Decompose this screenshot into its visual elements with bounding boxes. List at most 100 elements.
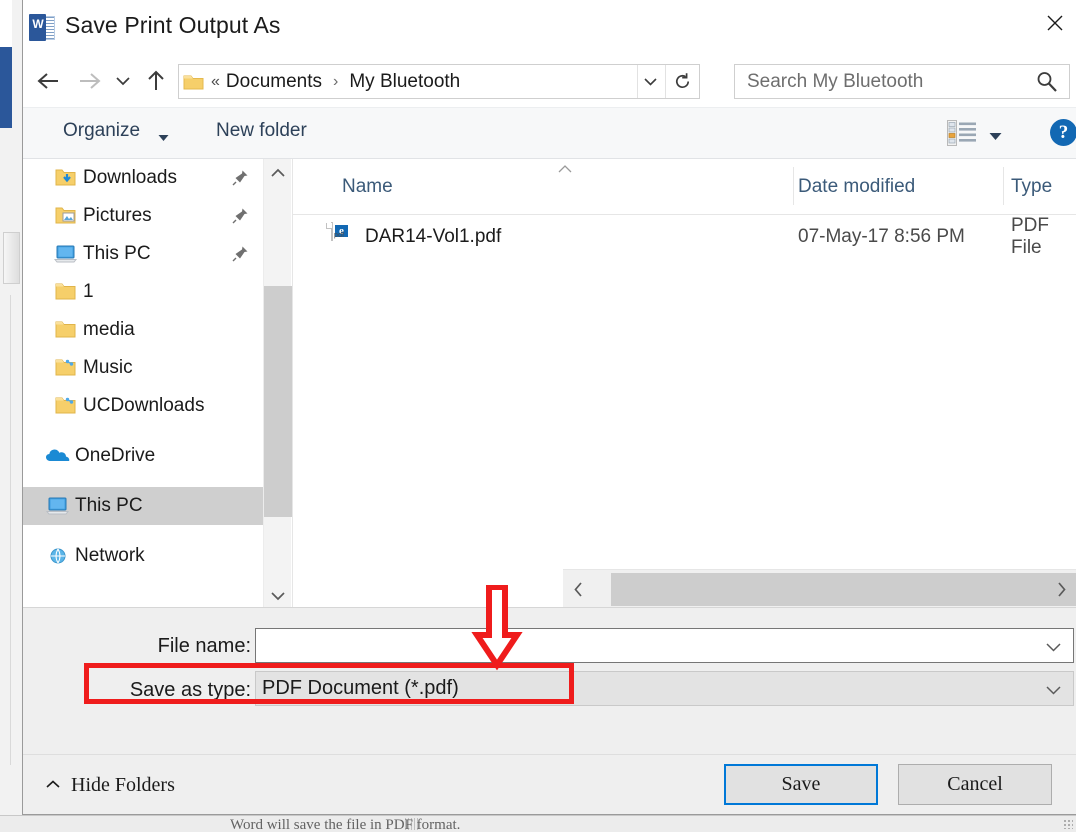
sidebar-item-music[interactable]: Music <box>23 349 263 387</box>
sidebar-item-label: Downloads <box>83 167 177 188</box>
organize-button[interactable]: Organize <box>63 120 140 142</box>
save-as-type-value: PDF Document (*.pdf) <box>262 677 459 699</box>
pin-icon[interactable] <box>232 245 249 267</box>
horizontal-scrollbar[interactable] <box>563 569 1076 609</box>
column-divider[interactable] <box>1003 167 1004 205</box>
sidebar-item-label: UCDownloads <box>83 395 205 416</box>
this-pc-icon <box>49 244 83 264</box>
pin-icon[interactable] <box>232 169 249 191</box>
chevron-left-icon[interactable] <box>563 570 593 609</box>
back-arrow-icon[interactable] <box>31 55 65 107</box>
folder-icon <box>49 282 83 302</box>
sidebar-item-media[interactable]: media <box>23 311 263 349</box>
file-type: PDF File <box>1011 215 1049 258</box>
address-overflow[interactable]: « <box>209 73 224 91</box>
network-icon <box>41 547 75 565</box>
downloads-folder-icon <box>49 168 83 188</box>
hide-folders-button[interactable]: Hide Folders <box>45 774 175 797</box>
chevron-down-icon[interactable] <box>1045 683 1062 701</box>
file-name-input[interactable] <box>255 628 1074 663</box>
search-placeholder: Search My Bluetooth <box>747 70 924 92</box>
breadcrumb-documents[interactable]: Documents <box>224 71 324 93</box>
address-dropdown-chevron-icon[interactable] <box>637 65 663 98</box>
pictures-folder-icon <box>49 206 83 226</box>
sidebar-item-network[interactable]: Network <box>23 537 263 575</box>
chevron-up-icon <box>45 777 61 795</box>
view-layout-icon[interactable] <box>947 120 977 151</box>
sidebar-item-1[interactable]: 1 <box>23 273 263 311</box>
hide-folders-label: Hide Folders <box>71 774 175 796</box>
sidebar-item-this-pc-quick[interactable]: This PC <box>23 235 263 273</box>
background-word-titlebar <box>0 0 12 47</box>
search-input[interactable]: Search My Bluetooth <box>734 64 1070 99</box>
screenshot-root: Word will save the file in PDF format. W… <box>0 0 1076 832</box>
view-caret-icon[interactable] <box>989 128 1002 146</box>
sidebar-item-label: Network <box>75 545 145 566</box>
background-word-panel <box>3 232 20 284</box>
breadcrumb-separator-icon[interactable]: › <box>324 73 347 91</box>
sidebar-item-downloads[interactable]: Downloads <box>23 159 263 197</box>
close-icon[interactable] <box>1033 0 1076 46</box>
scrollbar-thumb[interactable] <box>264 286 292 517</box>
sidebar-item-label: OneDrive <box>75 445 156 466</box>
scrollbar-thumb[interactable] <box>611 573 1076 606</box>
word-icon: W <box>29 14 55 41</box>
up-arrow-icon[interactable] <box>139 55 173 107</box>
chevron-up-icon[interactable] <box>264 159 292 187</box>
this-pc-icon <box>41 496 75 516</box>
chevron-down-icon[interactable] <box>1045 640 1062 658</box>
command-bar: Organize New folder <box>23 107 1076 159</box>
pin-icon[interactable] <box>232 207 249 229</box>
onedrive-cloud-icon <box>41 447 75 465</box>
organize-caret-icon[interactable] <box>158 129 169 147</box>
column-header-date-modified[interactable]: Date modified <box>798 176 915 198</box>
file-name-label: File name: <box>157 635 251 657</box>
cancel-button[interactable]: Cancel <box>898 764 1052 805</box>
search-icon[interactable] <box>1035 70 1059 99</box>
column-headers: Name Date modified Type <box>293 159 1076 215</box>
sidebar-scrollbar[interactable] <box>263 159 292 609</box>
shared-folder-icon <box>49 396 83 416</box>
sidebar-item-label: Music <box>83 357 133 378</box>
pdf-file-icon: e pdf <box>326 222 353 249</box>
help-button[interactable]: ? <box>1050 119 1076 146</box>
sidebar-item-label: This PC <box>83 243 151 264</box>
dialog-title: Save Print Output As <box>65 12 281 38</box>
navigation-tree: Downloads Pictures This PC 1 media Music… <box>23 159 263 609</box>
file-name: DAR14-Vol1.pdf <box>365 226 502 247</box>
resize-grip[interactable] <box>1063 819 1073 829</box>
sidebar-item-label: 1 <box>83 281 94 302</box>
pdf-label: pdf <box>334 232 345 239</box>
sidebar-item-label: Pictures <box>83 205 152 226</box>
dialog-footer: Hide Folders Save Cancel <box>23 755 1076 814</box>
save-dialog: W Save Print Output As « Documents › My … <box>22 0 1076 815</box>
navigation-bar: « Documents › My Bluetooth Search My Blu… <box>23 55 1076 107</box>
chevron-right-icon[interactable] <box>1046 570 1076 609</box>
chevron-down-icon[interactable] <box>264 581 292 609</box>
sidebar-item-pictures[interactable]: Pictures <box>23 197 263 235</box>
save-as-type-select[interactable]: PDF Document (*.pdf) <box>255 671 1074 706</box>
recent-locations-chevron-icon[interactable] <box>109 55 137 107</box>
breadcrumb-my-bluetooth[interactable]: My Bluetooth <box>347 71 462 93</box>
folder-icon <box>49 320 83 340</box>
refresh-icon[interactable] <box>665 65 699 98</box>
save-button[interactable]: Save <box>724 764 878 805</box>
new-folder-button[interactable]: New folder <box>216 120 307 142</box>
sidebar-item-this-pc[interactable]: This PC <box>23 487 263 525</box>
column-header-name[interactable]: Name <box>342 176 393 198</box>
file-list: Name Date modified Type e pdf DAR14-Vol1… <box>293 159 1076 609</box>
address-bar[interactable]: « Documents › My Bluetooth <box>178 64 700 99</box>
sidebar-item-onedrive[interactable]: OneDrive <box>23 437 263 475</box>
shared-folder-icon <box>49 358 83 378</box>
table-row[interactable]: e pdf DAR14-Vol1.pdf 07-May-17 8:56 PM P… <box>293 215 1076 259</box>
sidebar-item-label: media <box>83 319 135 340</box>
background-word-divider <box>10 295 11 765</box>
column-divider[interactable] <box>793 167 794 205</box>
dialog-body: Downloads Pictures This PC 1 media Music… <box>23 159 1076 609</box>
sidebar-item-ucdownloads[interactable]: UCDownloads <box>23 387 263 425</box>
column-header-type[interactable]: Type <box>1011 176 1052 198</box>
folder-icon <box>179 73 209 91</box>
